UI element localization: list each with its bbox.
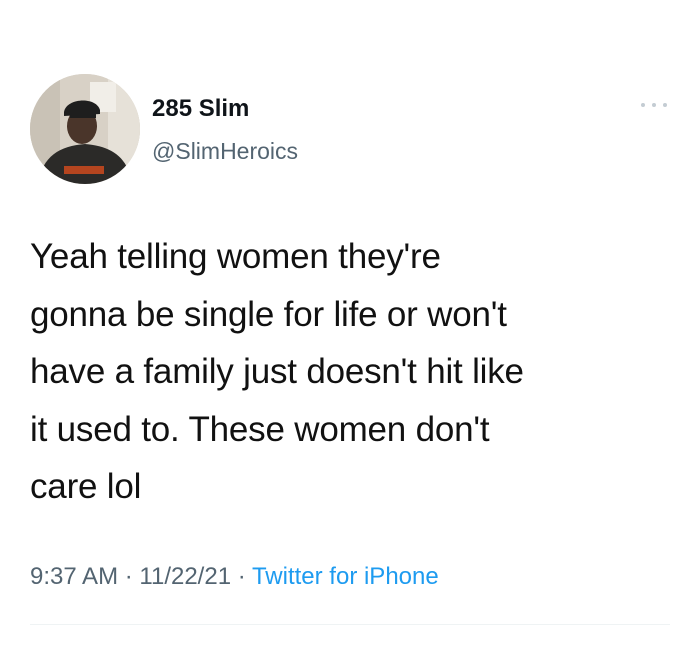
avatar-photo xyxy=(30,74,140,184)
divider xyxy=(30,624,670,625)
meta-separator: · xyxy=(237,563,246,590)
avatar[interactable] xyxy=(30,74,140,184)
tweet-metadata: 9:37 AM · 11/22/21 · Twitter for iPhone xyxy=(30,562,439,592)
tweet-date[interactable]: 11/22/21 xyxy=(139,563,231,590)
tweet-text-line: it used to. These women don't xyxy=(30,409,490,449)
more-icon[interactable] xyxy=(641,99,667,111)
more-icon-dot xyxy=(652,103,656,107)
more-icon-dot xyxy=(641,103,645,107)
tweet-source-link[interactable]: Twitter for iPhone xyxy=(252,563,439,590)
tweet-text-line: have a family just doesn't hit like xyxy=(30,352,524,391)
tweet-text-line: care lol xyxy=(30,467,142,506)
display-name[interactable]: 285 Slim xyxy=(152,94,249,124)
more-icon-dot xyxy=(663,103,667,107)
tweet-text: Yeah telling women they're gonna be sing… xyxy=(30,228,670,516)
tweet-time[interactable]: 9:37 AM xyxy=(30,563,118,590)
tweet-text-line: gonna be single for life or won't xyxy=(30,294,507,334)
tweet-text-line: Yeah telling women they're xyxy=(30,237,441,276)
tweet-card: 285 Slim @SlimHeroics Yeah telling women… xyxy=(0,0,700,648)
meta-separator: · xyxy=(124,563,133,590)
user-handle[interactable]: @SlimHeroics xyxy=(152,136,298,166)
